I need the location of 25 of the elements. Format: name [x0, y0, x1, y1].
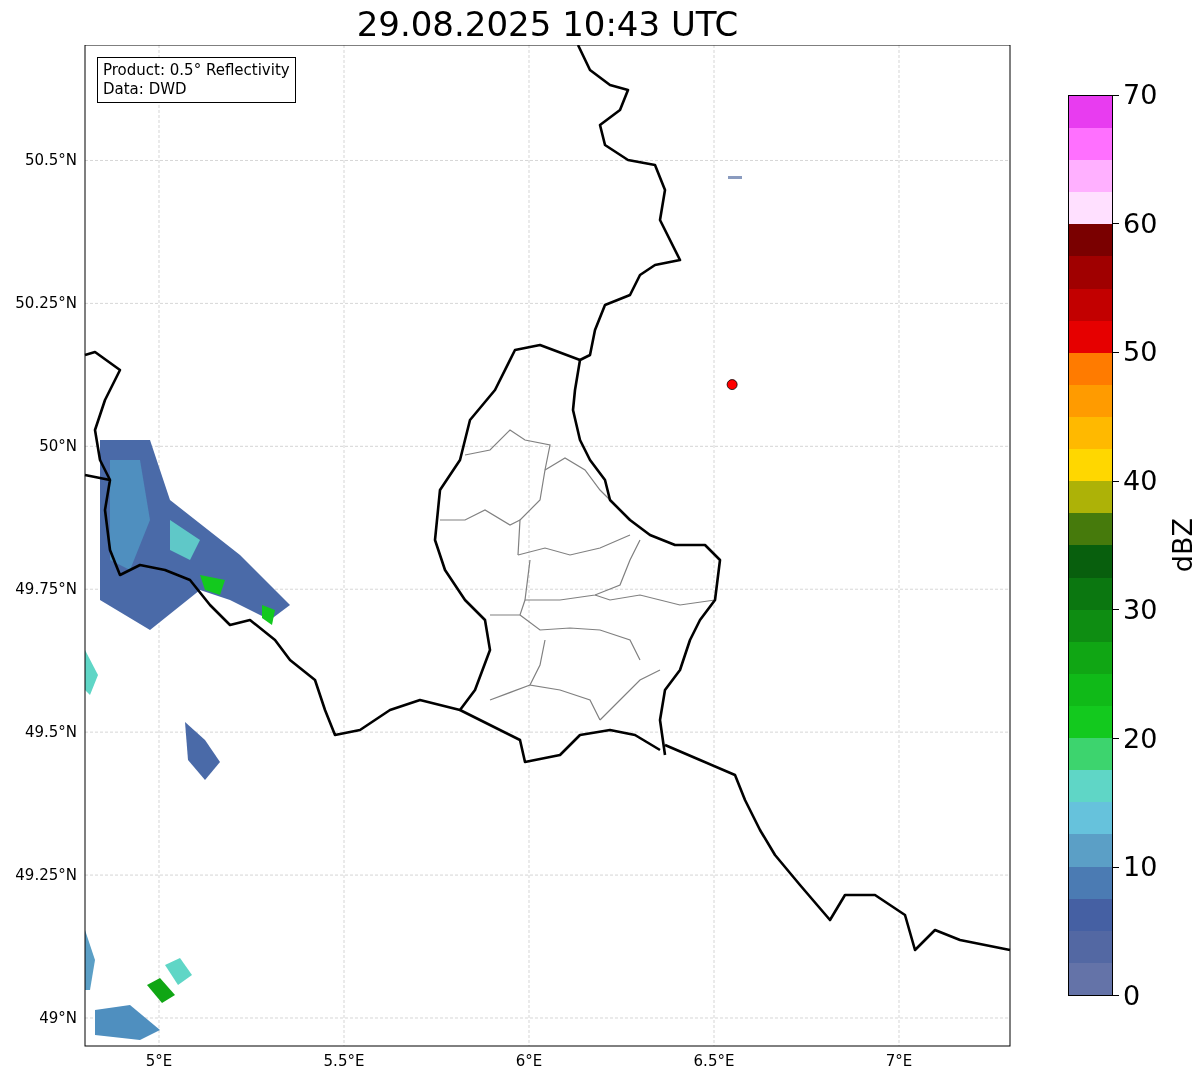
longitude-label: 7°E	[885, 1052, 913, 1070]
colorbar-tick-label: 50	[1123, 337, 1158, 368]
colorbar-tick-label: 60	[1123, 208, 1158, 239]
colorbar-tick-label: 0	[1123, 980, 1141, 1011]
latitude-label: 49.25°N	[15, 866, 77, 885]
latitude-label: 50.5°N	[24, 151, 77, 170]
longitude-label: 5.5°E	[323, 1052, 365, 1070]
longitude-label: 6.5°E	[693, 1052, 735, 1070]
colorbar-tick-label: 20	[1123, 723, 1158, 754]
info-text: Data: DWD	[103, 80, 188, 99]
colorbar-tick-label: 40	[1123, 466, 1158, 497]
colorbar-tick-label: 30	[1123, 594, 1158, 625]
latitude-label: 50°N	[39, 437, 77, 456]
colorbar-tick-label: 70	[1123, 80, 1158, 110]
longitude-label: 6°E	[515, 1052, 543, 1070]
latitude-label: 49.75°N	[15, 580, 77, 599]
colorbar-label: dBZ	[1167, 518, 1198, 573]
latitude-label: 49.5°N	[24, 723, 77, 742]
radar-site-marker	[726, 379, 738, 390]
map-title: 29.08.2025 10:43 UTC	[355, 3, 740, 45]
latitude-label: 50.25°N	[15, 294, 77, 313]
info-text: Product: 0.5° Reflectivity	[103, 61, 290, 80]
longitude-label: 5°E	[145, 1052, 173, 1070]
colorbar-tick-label: 10	[1123, 852, 1158, 883]
latitude-label: 49°N	[39, 1009, 77, 1027]
